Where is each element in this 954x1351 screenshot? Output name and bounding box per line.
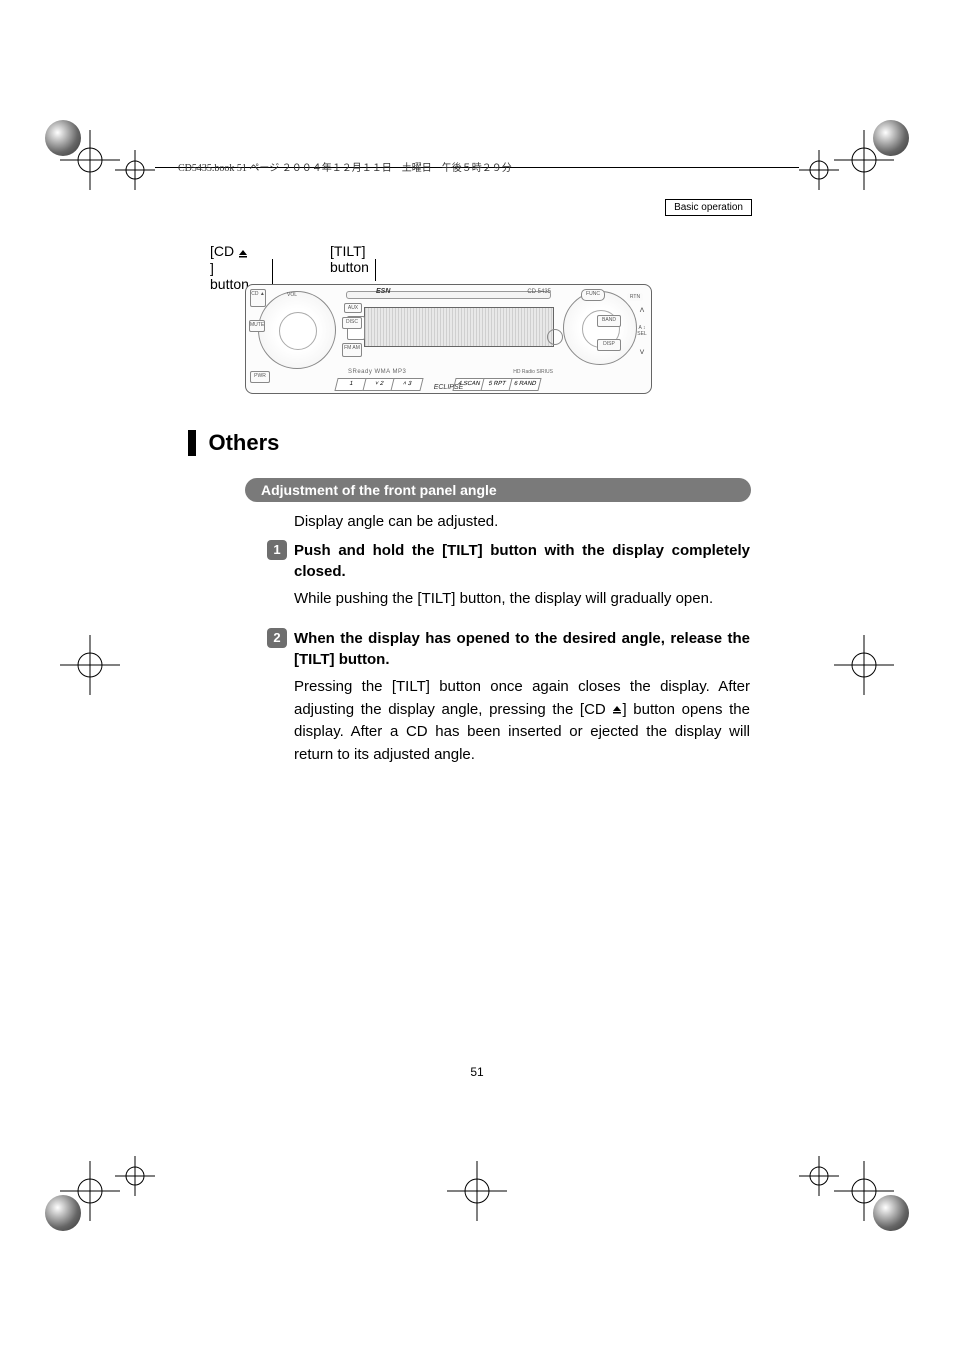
- disc-button: DISC: [342, 317, 362, 329]
- cd-eject-button: CD ▲: [250, 289, 266, 307]
- section-heading-text: Others: [208, 430, 279, 455]
- callout-cd-eject-button: [CD ] button: [210, 243, 249, 292]
- aux-button: AUX: [344, 303, 362, 313]
- cropmark-mr: [834, 635, 894, 695]
- inner-cropmark-bl: [115, 1156, 155, 1201]
- cropmark-ml: [60, 635, 120, 695]
- format-logos: SReady WMA MP3: [348, 369, 406, 375]
- cropmark-br: [834, 1161, 894, 1221]
- cropmark-bottom-center: [447, 1161, 507, 1221]
- disp-button: DISP: [597, 339, 621, 351]
- subsection-pill: Adjustment of the front panel angle: [245, 478, 751, 502]
- up-arrow-icon: ˄: [637, 305, 647, 315]
- sel-label: A ↕ SEL: [637, 325, 647, 337]
- fm-am-button: FM AM: [342, 343, 362, 357]
- step-number-2: 2: [267, 628, 287, 648]
- section-breadcrumb-box: Basic operation: [665, 199, 752, 216]
- eject-icon: [238, 244, 248, 260]
- device-faceplate-illustration: ESN CD 5435 CD ▲ VOL MUTE AUX DISC FM AM…: [245, 284, 652, 394]
- eject-icon-inline: [612, 699, 622, 722]
- radio-logos: HD Radio SIRIUS: [513, 369, 553, 375]
- print-bookline: CD5435.book 51 ページ ２００４年１２月１１日 土曜日 午後５時２…: [178, 159, 512, 174]
- leader-line-cd: [272, 259, 273, 285]
- step-1-heading: Push and hold the [TILT] button with the…: [294, 540, 750, 582]
- down-arrow-icon: ˅: [637, 347, 647, 357]
- callout-cd-prefix: [CD: [210, 243, 238, 259]
- right-arrow-strip: ˄ A ↕ SEL ˅: [637, 305, 647, 365]
- inner-cropmark-tl: [115, 150, 155, 195]
- func-button: FUNC: [581, 289, 605, 301]
- select-knob: [563, 291, 637, 365]
- cropmark-tl: [60, 130, 120, 190]
- eclipse-logo: ECLIPSE: [434, 384, 464, 391]
- step-2-body: Pressing the [TILT] button once again cl…: [294, 676, 750, 766]
- page: CD5435.book 51 ページ ２００４年１２月１１日 土曜日 午後５時２…: [0, 0, 954, 1351]
- inner-cropmark-br: [799, 1156, 839, 1201]
- page-number: 51: [0, 1065, 954, 1079]
- section-heading: Others: [188, 430, 279, 456]
- rtn-label: RTN: [627, 293, 643, 301]
- intro-text: Display angle can be adjusted.: [294, 513, 498, 530]
- preset-6: 6 RAND: [508, 378, 541, 391]
- step-2: 2 When the display has opened to the des…: [294, 628, 750, 766]
- disc-in-indicator: [547, 329, 563, 345]
- callout-cd-suffix: ] button: [210, 260, 249, 292]
- inner-cropmark-tr: [799, 150, 839, 195]
- step-1-body: While pushing the [TILT] button, the dis…: [294, 588, 750, 611]
- preset-3: ˄ 3: [390, 378, 423, 391]
- esn-logo: ESN: [376, 288, 390, 295]
- leader-line-tilt: [375, 259, 376, 281]
- lcd-screen: [364, 307, 554, 347]
- mute-button: MUTE: [249, 320, 265, 332]
- model-label: CD 5435: [527, 289, 551, 295]
- callout-tilt-button: [TILT] button: [330, 243, 369, 275]
- step-number-1: 1: [267, 540, 287, 560]
- vol-label: VOL: [282, 291, 302, 299]
- cropmark-tr: [834, 130, 894, 190]
- band-button: BAND: [597, 315, 621, 327]
- step-1: 1 Push and hold the [TILT] button with t…: [294, 540, 750, 611]
- step-2-heading: When the display has opened to the desir…: [294, 628, 750, 670]
- section-heading-bar: [188, 430, 196, 456]
- cropmark-bl: [60, 1161, 120, 1221]
- volume-knob: [258, 291, 336, 369]
- pwr-button: PWR: [250, 371, 270, 383]
